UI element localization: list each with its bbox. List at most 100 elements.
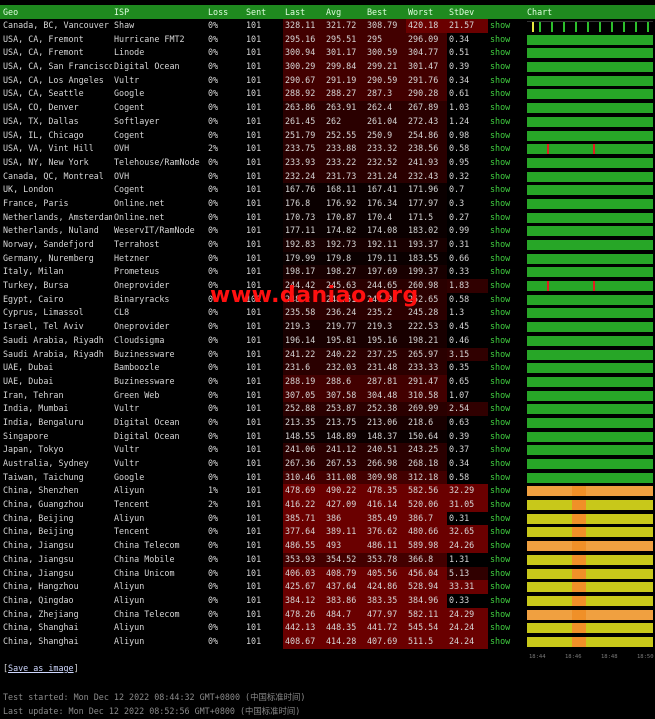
cell-last: 425.67 xyxy=(283,580,324,594)
show-link[interactable]: show xyxy=(488,252,525,266)
latency-bar xyxy=(527,431,653,442)
cell-loss: 0% xyxy=(208,33,219,44)
latency-bar xyxy=(527,513,653,524)
show-link[interactable]: show xyxy=(488,224,525,238)
cell-stdev: 0.65 xyxy=(449,375,470,386)
cell-worst: 183.55 xyxy=(406,251,447,266)
table-row: USA, CA, Fremont Linode 0% 101 300.94 301.17 3… xyxy=(0,46,655,61)
chart-cell xyxy=(525,293,655,307)
show-link[interactable]: show xyxy=(488,443,525,457)
show-link[interactable]: show xyxy=(488,608,525,622)
show-link[interactable]: show xyxy=(488,389,525,403)
show-link[interactable]: show xyxy=(488,416,525,430)
cell-best: 195.16 xyxy=(365,333,406,348)
latency-bar xyxy=(527,376,653,387)
show-link[interactable]: show xyxy=(488,60,525,74)
cell-loss: 2% xyxy=(208,499,219,510)
show-link[interactable]: show xyxy=(488,361,525,375)
show-link[interactable]: show xyxy=(488,238,525,252)
show-link[interactable]: show xyxy=(488,46,525,60)
cell-avg: 195.81 xyxy=(324,333,365,348)
cell-stdev: 0.7 xyxy=(449,184,465,195)
show-link[interactable]: show xyxy=(488,33,525,47)
chart-cell xyxy=(525,197,655,211)
show-link[interactable]: show xyxy=(488,553,525,567)
cell-geo: India, Bengaluru xyxy=(3,416,84,427)
cell-best: 250.9 xyxy=(365,128,406,143)
show-link[interactable]: show xyxy=(488,594,525,608)
show-link[interactable]: show xyxy=(488,580,525,594)
show-link[interactable]: show xyxy=(488,430,525,444)
show-link[interactable]: show xyxy=(488,142,525,156)
cell-isp: Google xyxy=(114,88,145,99)
cell-last: 233.75 xyxy=(283,142,324,156)
show-link[interactable]: show xyxy=(488,471,525,485)
show-link[interactable]: show xyxy=(488,539,525,553)
show-link[interactable]: show xyxy=(488,156,525,170)
cell-isp: Vultr xyxy=(114,444,140,455)
cell-best: 287.3 xyxy=(365,87,406,102)
show-link[interactable]: show xyxy=(488,74,525,88)
show-link[interactable]: show xyxy=(488,334,525,348)
cell-worst: 232.43 xyxy=(406,169,447,184)
show-link[interactable]: show xyxy=(488,525,525,539)
cell-worst: 528.94 xyxy=(406,580,447,594)
cell-loss: 0% xyxy=(208,471,219,482)
cell-avg: 231.73 xyxy=(324,169,365,184)
axis-time-label: 18:50 xyxy=(637,653,654,660)
cell-isp: WeservIT/RamNode xyxy=(114,225,195,236)
show-link[interactable]: show xyxy=(488,170,525,184)
table-row: China, Beijing Tencent 0% 101 377.64 389.11 37… xyxy=(0,525,655,540)
table-row: Netherlands, Nuland WeservIT/RamNode 0% 101… xyxy=(0,224,655,238)
show-link[interactable]: show xyxy=(488,621,525,635)
show-link[interactable]: show xyxy=(488,498,525,512)
cell-avg: 170.87 xyxy=(324,210,365,225)
cell-worst: 171.96 xyxy=(406,183,447,197)
chart-cell xyxy=(525,170,655,184)
latency-bar xyxy=(527,130,653,141)
cell-isp: Cloudsigma xyxy=(114,334,165,345)
show-link[interactable]: show xyxy=(488,19,525,33)
cell-sent: 101 xyxy=(246,375,262,386)
cell-last: 310.46 xyxy=(283,470,324,485)
latency-bar xyxy=(527,144,653,155)
show-link[interactable]: show xyxy=(488,512,525,526)
show-link[interactable]: show xyxy=(488,87,525,101)
show-link[interactable]: show xyxy=(488,265,525,279)
show-link[interactable]: show xyxy=(488,197,525,211)
cell-avg: 383.86 xyxy=(324,593,365,608)
show-link[interactable]: show xyxy=(488,567,525,581)
show-link[interactable]: show xyxy=(488,320,525,334)
show-link[interactable]: show xyxy=(488,279,525,293)
show-link[interactable]: show xyxy=(488,101,525,115)
show-link[interactable]: show xyxy=(488,183,525,197)
cell-last: 219.3 xyxy=(283,320,324,334)
cell-avg: 267.53 xyxy=(324,457,365,471)
cell-stdev: 5.13 xyxy=(447,566,488,581)
show-link[interactable]: show xyxy=(488,348,525,362)
cell-best: 170.4 xyxy=(365,210,406,225)
latency-tick xyxy=(575,22,577,32)
show-link[interactable]: show xyxy=(488,457,525,471)
show-link[interactable]: show xyxy=(488,375,525,389)
cell-loss: 0% xyxy=(208,581,219,592)
cell-loss: 0% xyxy=(208,416,219,427)
show-link[interactable]: show xyxy=(488,211,525,225)
test-started-text: Test started: Mon Dec 12 2022 08:44:32 G… xyxy=(3,692,306,702)
cell-worst: 366.8 xyxy=(406,552,447,567)
show-link[interactable]: show xyxy=(488,484,525,498)
cell-geo: Netherlands, Amsterdam xyxy=(3,211,112,222)
show-link[interactable]: show xyxy=(488,115,525,129)
cell-loss: 0% xyxy=(208,307,219,318)
show-link[interactable]: show xyxy=(488,402,525,416)
show-link[interactable]: show xyxy=(488,293,525,307)
show-link[interactable]: show xyxy=(488,635,525,649)
save-as-image-link[interactable]: Save as image xyxy=(8,663,74,673)
show-link[interactable]: show xyxy=(488,306,525,320)
show-link[interactable]: show xyxy=(488,129,525,143)
cell-isp: Tencent xyxy=(114,499,150,510)
cell-stdev: 32.29 xyxy=(447,484,488,499)
table-row: UK, London Cogent 0% 101 167.76 168.11 167.41 1… xyxy=(0,183,655,197)
chart-cell xyxy=(525,553,655,567)
chart-cell xyxy=(525,443,655,457)
